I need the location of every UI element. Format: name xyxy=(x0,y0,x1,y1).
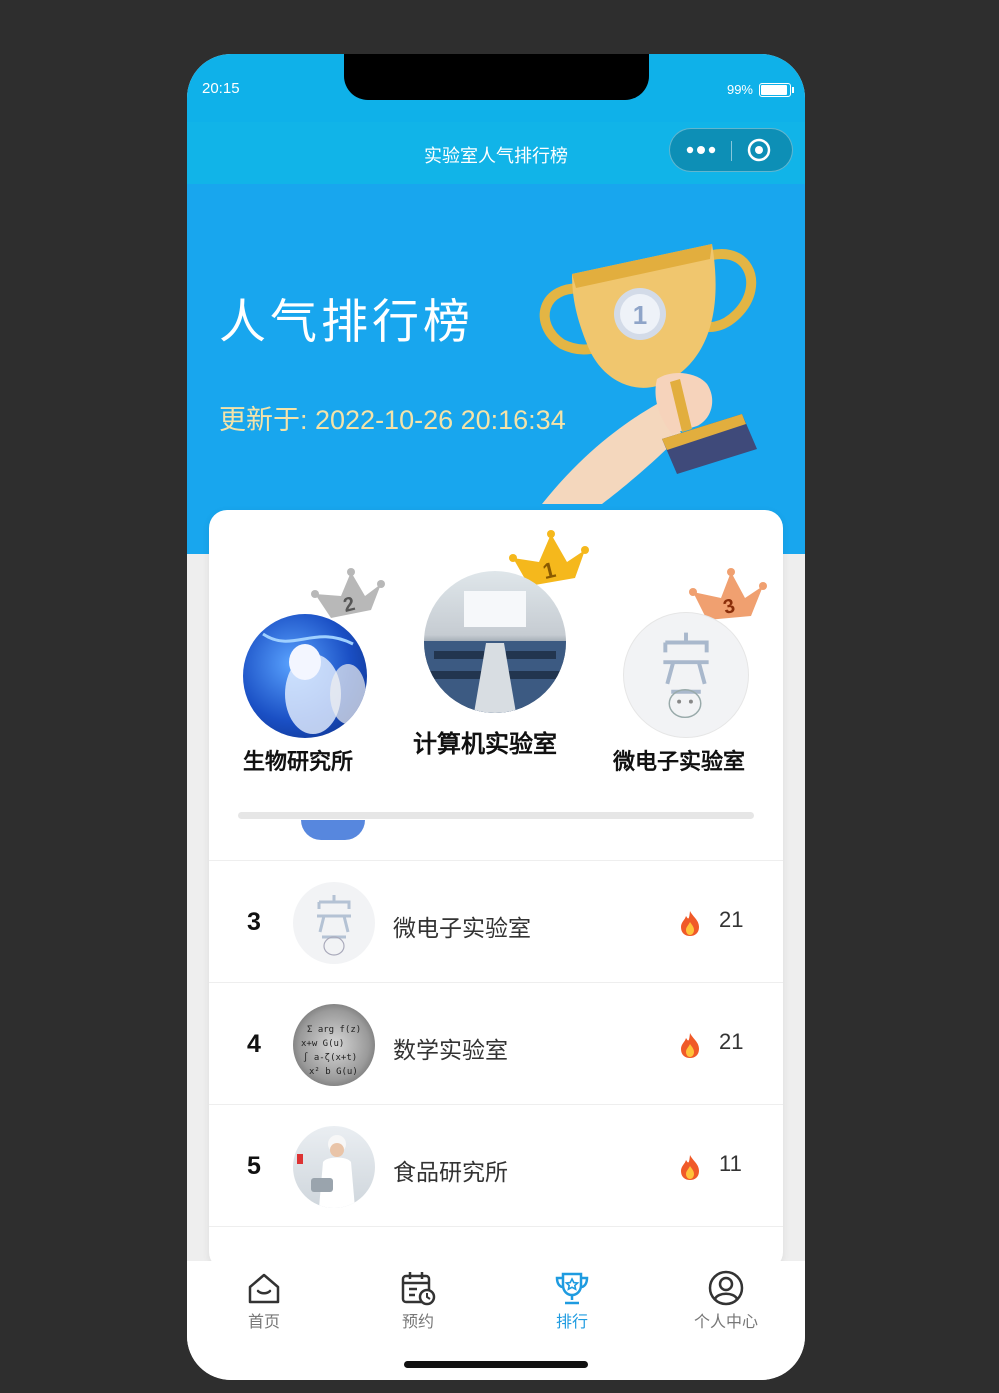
battery-icon xyxy=(759,82,794,97)
podium-name-3: 微电子实验室 xyxy=(613,750,746,775)
row-rank: 5 xyxy=(247,1152,261,1180)
row-avatar xyxy=(293,882,375,964)
calendar-icon xyxy=(401,1272,436,1306)
fire-icon xyxy=(681,1033,699,1058)
fire-icon xyxy=(681,911,699,936)
partial-avatar xyxy=(301,820,365,840)
avatar-micro-lab[interactable] xyxy=(623,612,749,738)
podium-name-1: 计算机实验室 xyxy=(413,730,557,758)
more-dots-icon[interactable] xyxy=(684,142,718,158)
row-name: 微电子实验室 xyxy=(393,916,531,942)
device-notch xyxy=(344,54,649,100)
svg-text:1: 1 xyxy=(633,300,647,330)
svg-text:x² b G(u): x² b G(u) xyxy=(309,1067,358,1077)
home-indicator xyxy=(404,1361,588,1368)
row-count: 21 xyxy=(719,907,744,932)
lab-photo-icon xyxy=(262,632,366,734)
podium-name-2: 生物研究所 xyxy=(243,750,354,775)
avatar-bio-lab[interactable] xyxy=(243,614,367,738)
tab-label: 个人中心 xyxy=(693,1312,758,1331)
battery-indicator: 99% xyxy=(726,82,794,97)
row-count: 21 xyxy=(719,1029,744,1054)
row-rank: 4 xyxy=(247,1030,261,1058)
bottom-tab-bar: 首页 预约 排行 个人中心 xyxy=(187,1261,805,1380)
row-count: 11 xyxy=(719,1151,742,1176)
scroll-divider xyxy=(238,812,754,819)
food-lab-photo-icon xyxy=(297,1135,355,1208)
trophy-icon xyxy=(555,1272,589,1305)
row-avatar xyxy=(293,1126,375,1208)
classroom-photo-icon xyxy=(424,591,566,713)
home-icon xyxy=(248,1273,280,1304)
row-name: 数学实验室 xyxy=(393,1038,508,1064)
row-name: 食品研究所 xyxy=(393,1160,508,1186)
placeholder-image-icon xyxy=(317,895,351,956)
tab-label: 首页 xyxy=(247,1312,280,1331)
tab-profile[interactable]: 个人中心 xyxy=(649,1261,803,1341)
math-formula-icon: Σ arg f(z) x+w G(u) ∫ a-ζ(x+t) x² b G(u) xyxy=(301,1025,361,1077)
row-avatar: Σ arg f(z) x+w G(u) ∫ a-ζ(x+t) x² b G(u) xyxy=(293,1004,375,1086)
svg-text:x+w G(u): x+w G(u) xyxy=(301,1039,344,1049)
ranking-card: 2 生物研究所 1 计算机实验室 3 微电子实验室 3 微电子实验室 21 4 … xyxy=(209,510,783,1270)
ranking-row[interactable]: 5 食品研究所 11 xyxy=(209,1104,783,1227)
user-icon xyxy=(708,1270,744,1306)
tab-home[interactable]: 首页 xyxy=(187,1261,341,1341)
tab-label: 预约 xyxy=(401,1312,434,1331)
close-target-icon[interactable] xyxy=(746,137,772,163)
tab-booking[interactable]: 预约 xyxy=(341,1261,495,1341)
mini-program-capsule xyxy=(669,128,793,172)
phone-frame: 20:15 99% 实验室人气排行榜 人气排行榜 更新于: 2022-10-26… xyxy=(187,54,805,1380)
ranking-banner: 人气排行榜 更新于: 2022-10-26 20:16:34 1 xyxy=(187,184,805,554)
row-rank: 3 xyxy=(247,908,261,936)
placeholder-image-icon xyxy=(663,632,709,719)
banner-title: 人气排行榜 xyxy=(219,295,474,350)
svg-text:∫ a-ζ(x+t): ∫ a-ζ(x+t) xyxy=(303,1052,357,1063)
ranking-row[interactable]: 3 微电子实验室 21 xyxy=(209,860,783,983)
update-time: 更新于: 2022-10-26 20:16:34 xyxy=(219,405,566,435)
tab-label: 排行 xyxy=(555,1312,588,1331)
trophy-illustration: 1 xyxy=(539,244,757,504)
avatar-computer-lab[interactable] xyxy=(424,571,566,713)
status-time: 20:15 xyxy=(202,80,240,97)
battery-percent: 99% xyxy=(726,82,753,97)
nav-bar: 实验室人气排行榜 xyxy=(187,122,805,184)
ranking-row[interactable]: 4 Σ arg f(z) x+w G(u) ∫ a-ζ(x+t) x² b G(… xyxy=(209,982,783,1105)
fire-icon xyxy=(681,1155,699,1180)
svg-text:Σ arg f(z): Σ arg f(z) xyxy=(307,1025,361,1035)
capsule-divider xyxy=(731,141,732,161)
tab-ranking[interactable]: 排行 xyxy=(495,1261,649,1341)
